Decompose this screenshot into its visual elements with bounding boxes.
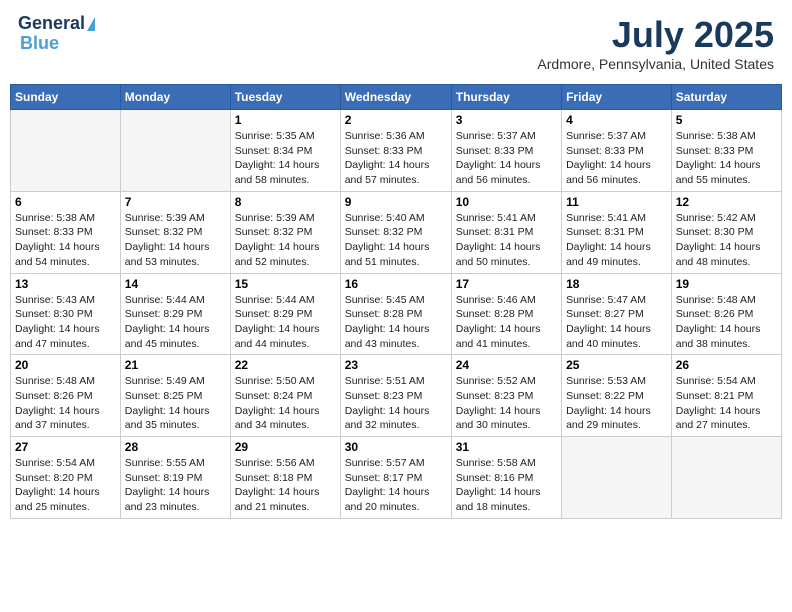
calendar-cell: 7Sunrise: 5:39 AMSunset: 8:32 PMDaylight…: [120, 191, 230, 273]
calendar-week-4: 20Sunrise: 5:48 AMSunset: 8:26 PMDayligh…: [11, 355, 782, 437]
column-header-tuesday: Tuesday: [230, 85, 340, 110]
day-number: 20: [15, 358, 116, 372]
day-number: 9: [345, 195, 447, 209]
calendar-cell: 8Sunrise: 5:39 AMSunset: 8:32 PMDaylight…: [230, 191, 340, 273]
day-number: 5: [676, 113, 777, 127]
calendar-cell: 18Sunrise: 5:47 AMSunset: 8:27 PMDayligh…: [562, 273, 672, 355]
day-number: 4: [566, 113, 667, 127]
day-number: 11: [566, 195, 667, 209]
column-header-saturday: Saturday: [671, 85, 781, 110]
calendar-cell: 14Sunrise: 5:44 AMSunset: 8:29 PMDayligh…: [120, 273, 230, 355]
calendar-cell: 19Sunrise: 5:48 AMSunset: 8:26 PMDayligh…: [671, 273, 781, 355]
column-header-friday: Friday: [562, 85, 672, 110]
calendar-cell: 9Sunrise: 5:40 AMSunset: 8:32 PMDaylight…: [340, 191, 451, 273]
calendar-week-3: 13Sunrise: 5:43 AMSunset: 8:30 PMDayligh…: [11, 273, 782, 355]
day-number: 25: [566, 358, 667, 372]
day-number: 10: [456, 195, 557, 209]
calendar-cell: 20Sunrise: 5:48 AMSunset: 8:26 PMDayligh…: [11, 355, 121, 437]
page-header: General Blue July 2025 Ardmore, Pennsylv…: [10, 10, 782, 76]
month-title: July 2025: [537, 14, 774, 56]
calendar-cell: [671, 437, 781, 519]
calendar-cell: 16Sunrise: 5:45 AMSunset: 8:28 PMDayligh…: [340, 273, 451, 355]
day-number: 31: [456, 440, 557, 454]
calendar-cell: 6Sunrise: 5:38 AMSunset: 8:33 PMDaylight…: [11, 191, 121, 273]
day-number: 17: [456, 277, 557, 291]
day-number: 22: [235, 358, 336, 372]
calendar-cell: 24Sunrise: 5:52 AMSunset: 8:23 PMDayligh…: [451, 355, 561, 437]
calendar-cell: 13Sunrise: 5:43 AMSunset: 8:30 PMDayligh…: [11, 273, 121, 355]
calendar-cell: 1Sunrise: 5:35 AMSunset: 8:34 PMDaylight…: [230, 110, 340, 192]
day-number: 27: [15, 440, 116, 454]
column-header-monday: Monday: [120, 85, 230, 110]
logo-text-blue: Blue: [20, 34, 59, 54]
calendar-cell: 31Sunrise: 5:58 AMSunset: 8:16 PMDayligh…: [451, 437, 561, 519]
day-number: 14: [125, 277, 226, 291]
day-number: 12: [676, 195, 777, 209]
calendar-cell: 10Sunrise: 5:41 AMSunset: 8:31 PMDayligh…: [451, 191, 561, 273]
calendar-cell: [120, 110, 230, 192]
calendar-cell: 11Sunrise: 5:41 AMSunset: 8:31 PMDayligh…: [562, 191, 672, 273]
calendar-cell: 15Sunrise: 5:44 AMSunset: 8:29 PMDayligh…: [230, 273, 340, 355]
day-number: 3: [456, 113, 557, 127]
calendar-week-5: 27Sunrise: 5:54 AMSunset: 8:20 PMDayligh…: [11, 437, 782, 519]
day-number: 1: [235, 113, 336, 127]
day-number: 13: [15, 277, 116, 291]
calendar-cell: 17Sunrise: 5:46 AMSunset: 8:28 PMDayligh…: [451, 273, 561, 355]
calendar-cell: 12Sunrise: 5:42 AMSunset: 8:30 PMDayligh…: [671, 191, 781, 273]
calendar-cell: 4Sunrise: 5:37 AMSunset: 8:33 PMDaylight…: [562, 110, 672, 192]
calendar-cell: [562, 437, 672, 519]
day-number: 19: [676, 277, 777, 291]
calendar-cell: 5Sunrise: 5:38 AMSunset: 8:33 PMDaylight…: [671, 110, 781, 192]
calendar-week-2: 6Sunrise: 5:38 AMSunset: 8:33 PMDaylight…: [11, 191, 782, 273]
calendar-cell: [11, 110, 121, 192]
calendar-cell: 22Sunrise: 5:50 AMSunset: 8:24 PMDayligh…: [230, 355, 340, 437]
day-number: 7: [125, 195, 226, 209]
day-number: 28: [125, 440, 226, 454]
calendar-week-1: 1Sunrise: 5:35 AMSunset: 8:34 PMDaylight…: [11, 110, 782, 192]
calendar-cell: 23Sunrise: 5:51 AMSunset: 8:23 PMDayligh…: [340, 355, 451, 437]
day-number: 21: [125, 358, 226, 372]
calendar-cell: 21Sunrise: 5:49 AMSunset: 8:25 PMDayligh…: [120, 355, 230, 437]
calendar-table: SundayMondayTuesdayWednesdayThursdayFrid…: [10, 84, 782, 519]
day-number: 29: [235, 440, 336, 454]
logo-text-general: General: [18, 14, 85, 34]
logo-triangle-icon: [87, 17, 95, 31]
calendar-cell: 25Sunrise: 5:53 AMSunset: 8:22 PMDayligh…: [562, 355, 672, 437]
calendar-header-row: SundayMondayTuesdayWednesdayThursdayFrid…: [11, 85, 782, 110]
day-number: 30: [345, 440, 447, 454]
day-number: 8: [235, 195, 336, 209]
calendar-cell: 3Sunrise: 5:37 AMSunset: 8:33 PMDaylight…: [451, 110, 561, 192]
calendar-cell: 30Sunrise: 5:57 AMSunset: 8:17 PMDayligh…: [340, 437, 451, 519]
column-header-wednesday: Wednesday: [340, 85, 451, 110]
day-number: 26: [676, 358, 777, 372]
column-header-thursday: Thursday: [451, 85, 561, 110]
calendar-cell: 28Sunrise: 5:55 AMSunset: 8:19 PMDayligh…: [120, 437, 230, 519]
calendar-cell: 26Sunrise: 5:54 AMSunset: 8:21 PMDayligh…: [671, 355, 781, 437]
day-number: 15: [235, 277, 336, 291]
day-number: 23: [345, 358, 447, 372]
day-number: 16: [345, 277, 447, 291]
day-number: 24: [456, 358, 557, 372]
day-number: 18: [566, 277, 667, 291]
calendar-cell: 2Sunrise: 5:36 AMSunset: 8:33 PMDaylight…: [340, 110, 451, 192]
column-header-sunday: Sunday: [11, 85, 121, 110]
location: Ardmore, Pennsylvania, United States: [537, 56, 774, 72]
day-number: 6: [15, 195, 116, 209]
day-number: 2: [345, 113, 447, 127]
calendar-cell: 29Sunrise: 5:56 AMSunset: 8:18 PMDayligh…: [230, 437, 340, 519]
logo: General Blue: [18, 14, 95, 54]
calendar-cell: 27Sunrise: 5:54 AMSunset: 8:20 PMDayligh…: [11, 437, 121, 519]
title-area: July 2025 Ardmore, Pennsylvania, United …: [537, 14, 774, 72]
